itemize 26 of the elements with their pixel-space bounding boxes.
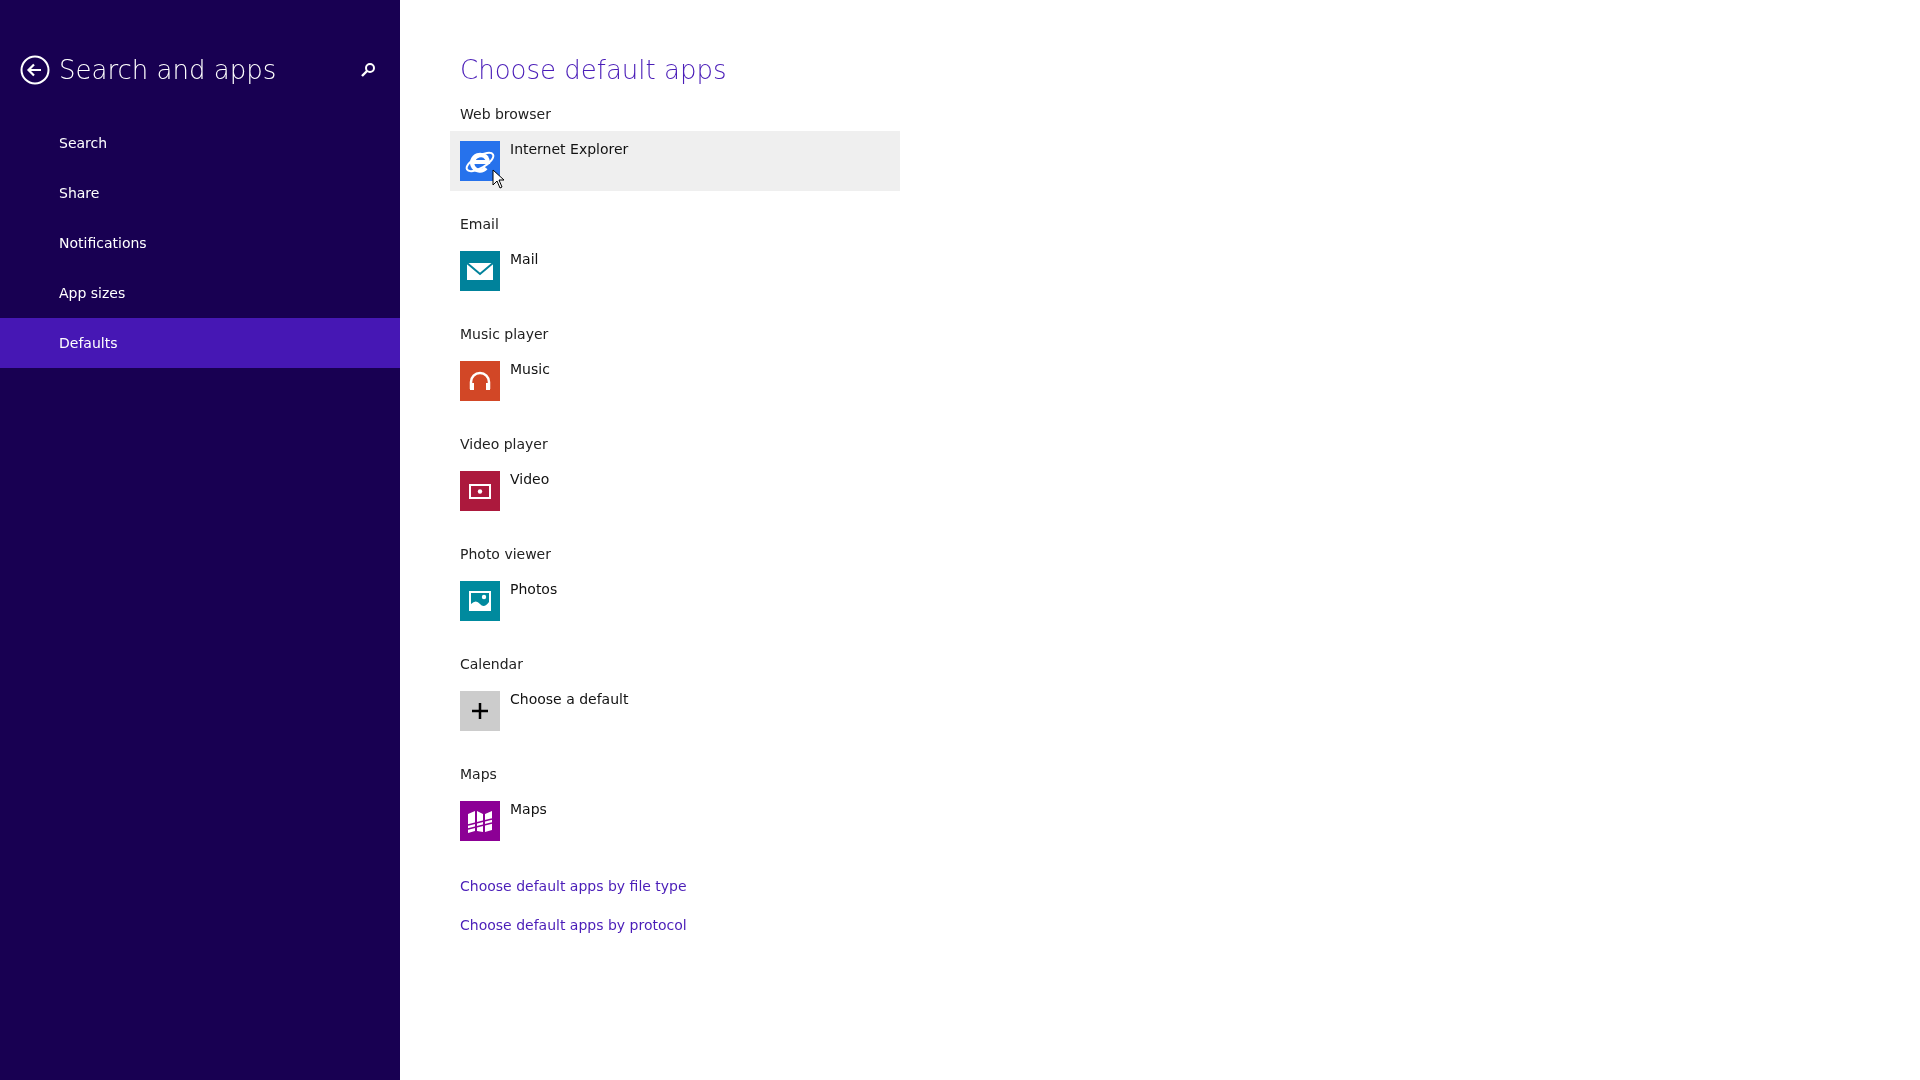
settings-link[interactable]: Choose default apps by file type [460, 876, 687, 897]
setting-label: Music player [460, 325, 549, 344]
mouse-cursor-icon [492, 169, 505, 189]
setting-label: Video player [460, 435, 548, 454]
setting-label: Photo viewer [460, 545, 551, 564]
setting-label: Maps [460, 765, 497, 784]
search-icon [360, 62, 376, 78]
settings-link[interactable]: Choose default apps by protocol [460, 915, 687, 936]
back-button[interactable] [20, 55, 50, 85]
sidebar-item[interactable]: App sizes [0, 268, 400, 318]
default-app-button[interactable]: Music [450, 351, 900, 411]
page-title: Search and apps [59, 53, 277, 87]
default-app-button[interactable]: Internet Explorer [450, 131, 900, 191]
setting-label: Email [460, 215, 499, 234]
sidebar-item[interactable]: Search [0, 118, 400, 168]
sidebar-item[interactable]: Share [0, 168, 400, 218]
default-app-button[interactable]: Video [450, 461, 900, 521]
default-app-button[interactable]: Mail [450, 241, 900, 301]
sidebar-item[interactable]: Notifications [0, 218, 400, 268]
setting-label: Calendar [460, 655, 523, 674]
setting-label: Web browser [460, 105, 551, 124]
default-app-button[interactable]: Choose a default [450, 681, 900, 741]
default-app-button[interactable]: Photos [450, 571, 900, 631]
section-heading: Choose default apps [460, 54, 728, 87]
sidebar-item[interactable]: Defaults [0, 318, 400, 368]
default-app-button[interactable]: Maps [450, 791, 900, 851]
